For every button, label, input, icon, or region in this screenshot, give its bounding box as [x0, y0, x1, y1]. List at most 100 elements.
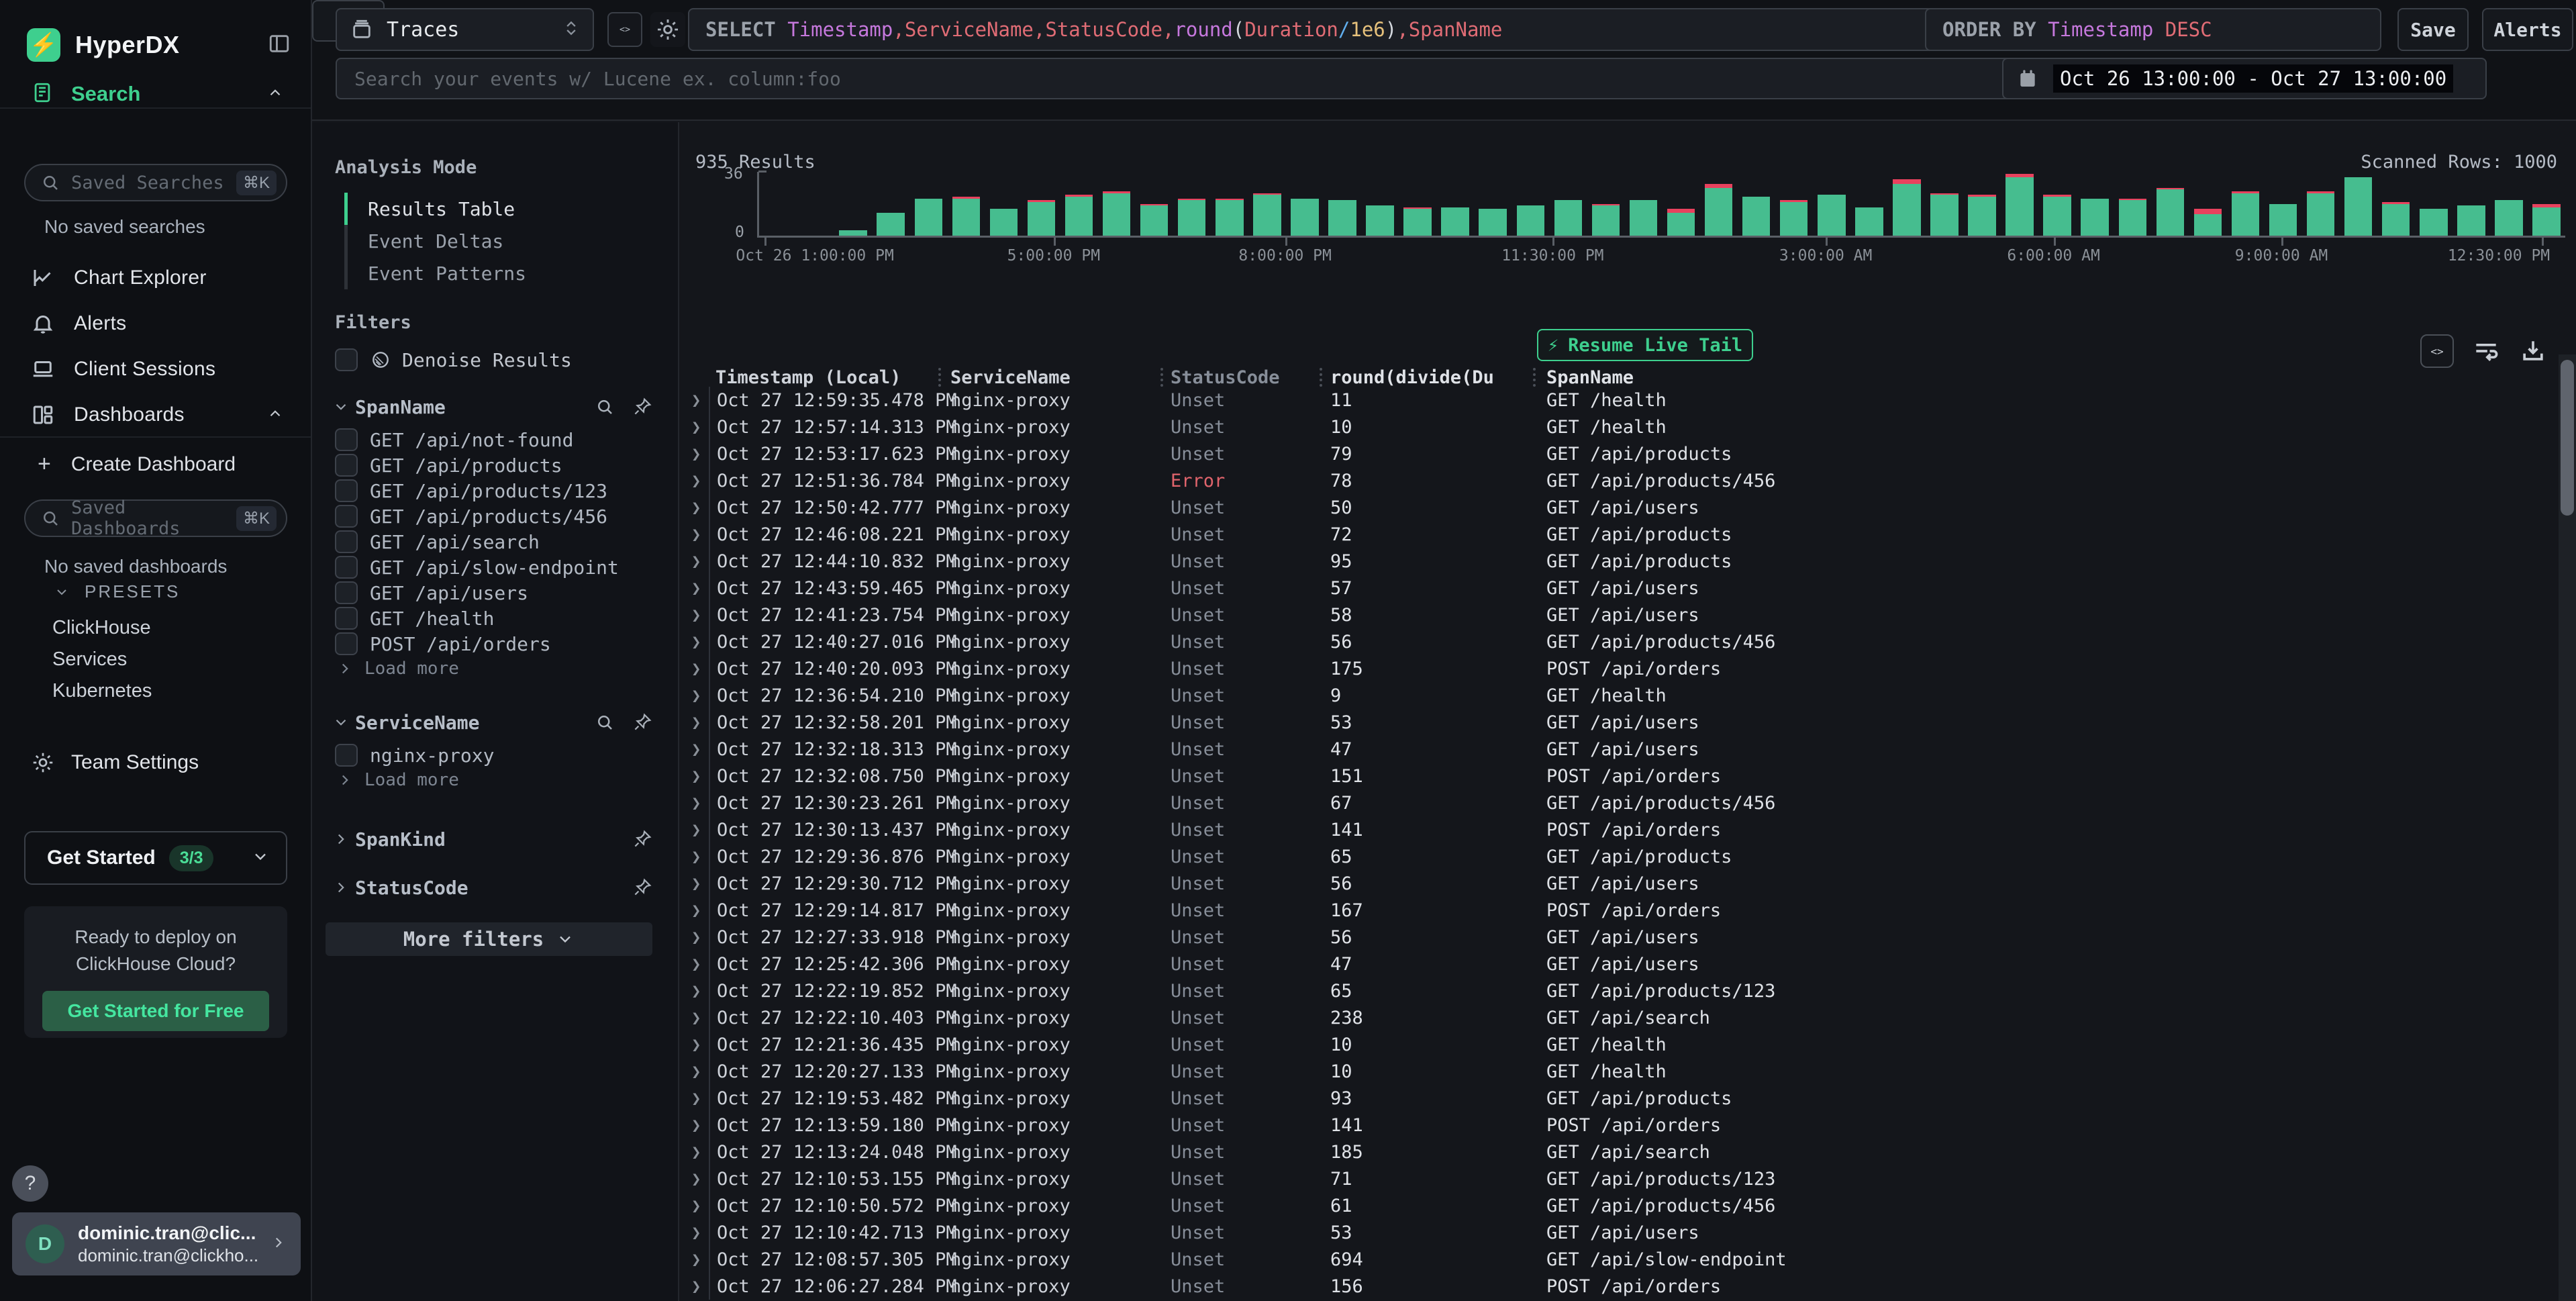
table-row[interactable]: ❯Oct 27 12:41:23.754 PMnginx-proxyUnset5…	[686, 601, 2556, 628]
row-expand-chevron[interactable]: ❯	[686, 740, 709, 759]
histogram-bucket[interactable]	[759, 172, 797, 236]
table-row[interactable]: ❯Oct 27 12:13:24.048 PMnginx-proxyUnset1…	[686, 1139, 2556, 1165]
column-header-dur[interactable]: round(divide(Duration,	[1303, 367, 1493, 388]
histogram-bucket[interactable]	[2302, 172, 2340, 236]
row-expand-chevron[interactable]: ❯	[686, 874, 709, 893]
table-row[interactable]: ❯Oct 27 12:22:10.403 PMnginx-proxyUnset2…	[686, 1004, 2556, 1031]
table-row[interactable]: ❯Oct 27 12:08:57.305 PMnginx-proxyUnset6…	[686, 1246, 2556, 1273]
table-row[interactable]: ❯Oct 27 12:30:13.437 PMnginx-proxyUnset1…	[686, 816, 2556, 843]
load-more-button[interactable]: Load more	[336, 768, 652, 792]
denoise-checkbox[interactable]	[335, 348, 358, 371]
row-expand-chevron[interactable]: ❯	[686, 444, 709, 463]
table-row[interactable]: ❯Oct 27 12:43:59.465 PMnginx-proxyUnset5…	[686, 575, 2556, 601]
filter-checkbox[interactable]	[335, 479, 358, 502]
column-header-span[interactable]: SpanName	[1493, 367, 2556, 388]
analysis-option-results-table[interactable]: Results Table	[344, 193, 652, 225]
sidebar-item-client-sessions[interactable]: Client Sessions	[0, 346, 311, 392]
scrollbar[interactable]	[2559, 354, 2576, 1301]
table-row[interactable]: ❯Oct 27 12:06:27.284 PMnginx-proxyUnset1…	[686, 1273, 2556, 1300]
column-header-svc[interactable]: ServiceName	[944, 367, 1157, 388]
histogram-bucket[interactable]	[834, 172, 872, 236]
table-row[interactable]: ❯Oct 27 12:13:59.180 PMnginx-proxyUnset1…	[686, 1112, 2556, 1139]
histogram-bucket[interactable]	[1211, 172, 1248, 236]
histogram-bucket[interactable]	[1136, 172, 1173, 236]
row-expand-chevron[interactable]: ❯	[686, 686, 709, 705]
filter-checkbox[interactable]	[335, 607, 358, 630]
histogram-bucket[interactable]	[1624, 172, 1662, 236]
histogram-bucket[interactable]	[797, 172, 834, 236]
table-row[interactable]: ❯Oct 27 12:10:42.713 PMnginx-proxyUnset5…	[686, 1219, 2556, 1246]
save-button[interactable]: Save	[2397, 8, 2469, 51]
sidebar-item-search[interactable]: Search	[0, 79, 311, 109]
table-row[interactable]: ❯Oct 27 12:29:30.712 PMnginx-proxyUnset5…	[686, 870, 2556, 897]
get-started-toggle[interactable]: Get Started 3/3	[24, 831, 287, 885]
histogram-bucket[interactable]	[909, 172, 947, 236]
histogram-bucket[interactable]	[1324, 172, 1361, 236]
histogram-bucket[interactable]	[1700, 172, 1738, 236]
table-row[interactable]: ❯Oct 27 12:40:20.093 PMnginx-proxyUnset1…	[686, 655, 2556, 682]
histogram-bucket[interactable]	[1926, 172, 1963, 236]
histogram-bucket[interactable]	[2528, 172, 2565, 236]
histogram-bucket[interactable]	[1587, 172, 1624, 236]
saved-searches-input[interactable]: Saved Searches ⌘K	[24, 164, 287, 201]
table-row[interactable]: ❯Oct 27 12:32:58.201 PMnginx-proxyUnset5…	[686, 709, 2556, 736]
row-expand-chevron[interactable]: ❯	[686, 1062, 709, 1081]
row-expand-chevron[interactable]: ❯	[686, 471, 709, 490]
histogram-bucket[interactable]	[1286, 172, 1324, 236]
histogram-bucket[interactable]	[985, 172, 1022, 236]
user-menu[interactable]: D dominic.tran@clic... dominic.tran@clic…	[12, 1212, 301, 1275]
histogram-bucket[interactable]	[2265, 172, 2302, 236]
filter-group-header[interactable]: SpanName	[332, 392, 652, 422]
row-expand-chevron[interactable]: ❯	[686, 1008, 709, 1027]
filter-checkbox[interactable]	[335, 581, 358, 604]
chevron-right-icon[interactable]	[332, 879, 355, 896]
sidebar-item-team-settings[interactable]: Team Settings	[31, 751, 199, 775]
saved-dashboards-input[interactable]: Saved Dashboards ⌘K	[24, 499, 287, 537]
analysis-option-event-patterns[interactable]: Event Patterns	[344, 257, 652, 289]
histogram-bucket[interactable]	[2151, 172, 2189, 236]
row-expand-chevron[interactable]: ❯	[686, 1143, 709, 1161]
sidebar-collapse-icon[interactable]	[268, 32, 291, 58]
filter-item[interactable]: GET /api/products/456	[335, 503, 652, 529]
row-expand-chevron[interactable]: ❯	[686, 1116, 709, 1135]
table-row[interactable]: ❯Oct 27 12:19:53.482 PMnginx-proxyUnset9…	[686, 1085, 2556, 1112]
column-resize-handle[interactable]	[1533, 368, 1536, 387]
histogram-bucket[interactable]	[2001, 172, 2038, 236]
histogram-bucket[interactable]	[1963, 172, 2001, 236]
row-expand-chevron[interactable]: ❯	[686, 659, 709, 678]
filter-checkbox[interactable]	[335, 428, 358, 451]
sidebar-item-dashboards[interactable]: Dashboards	[0, 392, 311, 438]
row-expand-chevron[interactable]: ❯	[686, 391, 709, 409]
preset-link-clickhouse[interactable]: ClickHouse	[52, 612, 152, 644]
presets-toggle[interactable]: PRESETS	[54, 581, 180, 602]
table-row[interactable]: ❯Oct 27 12:44:10.832 PMnginx-proxyUnset9…	[686, 548, 2556, 575]
filter-item[interactable]: GET /api/slow-endpoint	[335, 555, 652, 580]
filter-item[interactable]: GET /api/search	[335, 529, 652, 555]
histogram-bucket[interactable]	[872, 172, 909, 236]
row-expand-chevron[interactable]: ❯	[686, 847, 709, 866]
histogram-bucket[interactable]	[1512, 172, 1549, 236]
pin-icon[interactable]	[632, 829, 652, 849]
histogram-bucket[interactable]	[1888, 172, 1926, 236]
preset-link-kubernetes[interactable]: Kubernetes	[52, 675, 152, 707]
wrap-lines-button[interactable]	[2471, 336, 2501, 366]
table-row[interactable]: ❯Oct 27 12:25:42.306 PMnginx-proxyUnset4…	[686, 951, 2556, 977]
more-filters-button[interactable]: More filters	[326, 922, 652, 956]
histogram-bucket[interactable]	[1060, 172, 1098, 236]
filter-item[interactable]: GET /api/products/123	[335, 478, 652, 503]
chevron-right-icon[interactable]	[332, 830, 355, 848]
denoise-results-option[interactable]: Denoise Results	[335, 345, 652, 375]
column-header-ts[interactable]: Timestamp (Local)	[709, 365, 944, 389]
alerts-button[interactable]: Alerts	[2482, 8, 2573, 51]
time-range-picker[interactable]: Oct 26 13:00:00 - Oct 27 13:00:00	[2002, 58, 2487, 99]
resume-live-tail-button[interactable]: ⚡ Resume Live Tail	[1537, 329, 1753, 361]
column-resize-handle[interactable]	[938, 368, 941, 387]
row-expand-chevron[interactable]: ❯	[686, 767, 709, 785]
load-more-button[interactable]: Load more	[336, 657, 652, 681]
table-row[interactable]: ❯Oct 27 12:51:36.784 PMnginx-proxyError7…	[686, 467, 2556, 494]
scrollbar-thumb[interactable]	[2561, 360, 2574, 516]
histogram-bucket[interactable]	[2415, 172, 2453, 236]
filter-item[interactable]: GET /health	[335, 606, 652, 631]
filter-item[interactable]: GET /api/products	[335, 452, 652, 478]
filter-item[interactable]: POST /api/orders	[335, 631, 652, 657]
